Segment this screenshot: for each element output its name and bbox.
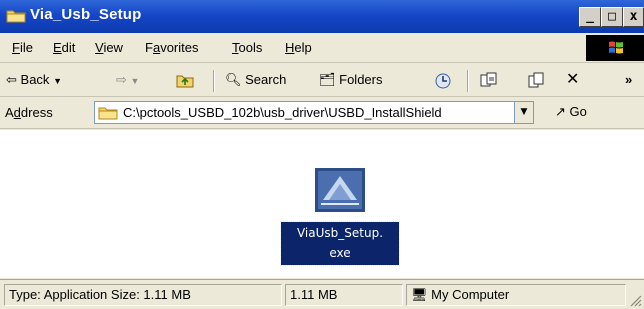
chevron-down-icon[interactable]: ▼ (131, 76, 140, 86)
go-arrow-icon: ↗ (555, 104, 566, 119)
search-button[interactable]: 🔍︎ Search (225, 72, 286, 88)
status-info: Type: Application Size: 1.11 MB (4, 284, 282, 306)
move-to-button[interactable] (480, 72, 498, 88)
forward-arrow-icon: ⇨ (116, 72, 127, 87)
status-zone: 🖥︎ My Computer (406, 284, 626, 306)
chevron-down-icon: ▼ (520, 107, 528, 117)
search-icon: 🔍︎ (225, 72, 242, 87)
folders-icon: 🗂︎ (319, 72, 336, 87)
delete-x-icon: ✕ (566, 71, 580, 88)
move-to-icon (480, 72, 497, 87)
menu-view[interactable]: View (95, 40, 123, 55)
back-button[interactable]: ⇦ Back ▼ (6, 72, 62, 88)
folder-icon (6, 10, 26, 23)
toolbar-separator (467, 70, 469, 92)
back-arrow-icon: ⇦ (6, 72, 17, 87)
delete-button[interactable]: ✕ (566, 69, 579, 89)
file-list-pane[interactable]: ViaUsb_Setup. exe (0, 130, 644, 278)
chevron-down-icon[interactable]: ▼ (53, 76, 62, 86)
menu-tools[interactable]: Tools (232, 40, 262, 55)
copy-to-button[interactable] (527, 72, 545, 88)
windows-logo (586, 35, 644, 61)
up-folder-icon (176, 75, 194, 88)
explorer-window: Via_Usb_Setup _ □ x File Edit View Favor… (0, 0, 644, 309)
menu-file[interactable]: File (12, 40, 33, 55)
history-button[interactable] (434, 72, 452, 90)
setup-exe-icon (315, 168, 365, 212)
toolbar-overflow-button[interactable]: » (625, 72, 632, 87)
address-input[interactable]: C:\pctools_USBD_102b\usb_driver\USBD_Ins… (94, 101, 534, 124)
address-bar: Address C:\pctools_USBD_102b\usb_driver\… (0, 97, 644, 129)
toolbar-separator (213, 70, 215, 92)
folder-icon (98, 107, 118, 120)
windows-flag-icon (609, 41, 623, 54)
menu-favorites[interactable]: Favorites (145, 40, 198, 55)
folders-button[interactable]: 🗂︎ Folders (319, 72, 383, 88)
file-label: ViaUsb_Setup. exe (280, 221, 400, 266)
go-button[interactable]: ↗ Go (555, 104, 587, 120)
close-button[interactable]: x (623, 7, 644, 27)
minimize-button[interactable]: _ (579, 7, 601, 27)
window-title: Via_Usb_Setup (30, 6, 142, 23)
address-path: C:\pctools_USBD_102b\usb_driver\USBD_Ins… (123, 105, 442, 120)
my-computer-icon: 🖥︎ (411, 287, 428, 302)
copy-to-icon (528, 72, 544, 88)
menu-bar: File Edit View Favorites Tools Help (0, 33, 644, 63)
address-label: Address (5, 105, 53, 120)
up-folder-button[interactable] (176, 72, 194, 88)
address-dropdown-button[interactable]: ▼ (514, 101, 534, 124)
standard-toolbar: ⇦ Back ▼ ⇨ ▼ 🔍︎ Search 🗂︎ Folders ✕ » (0, 64, 644, 97)
resize-grip-icon[interactable] (628, 293, 642, 307)
history-icon (435, 73, 451, 89)
status-bar: Type: Application Size: 1.11 MB 1.11 MB … (0, 279, 644, 309)
menu-help[interactable]: Help (285, 40, 312, 55)
forward-button[interactable]: ⇨ ▼ (116, 72, 139, 88)
maximize-button[interactable]: □ (601, 7, 623, 27)
menu-edit[interactable]: Edit (53, 40, 75, 55)
title-bar[interactable]: Via_Usb_Setup _ □ x (0, 0, 644, 33)
status-size: 1.11 MB (285, 284, 403, 306)
